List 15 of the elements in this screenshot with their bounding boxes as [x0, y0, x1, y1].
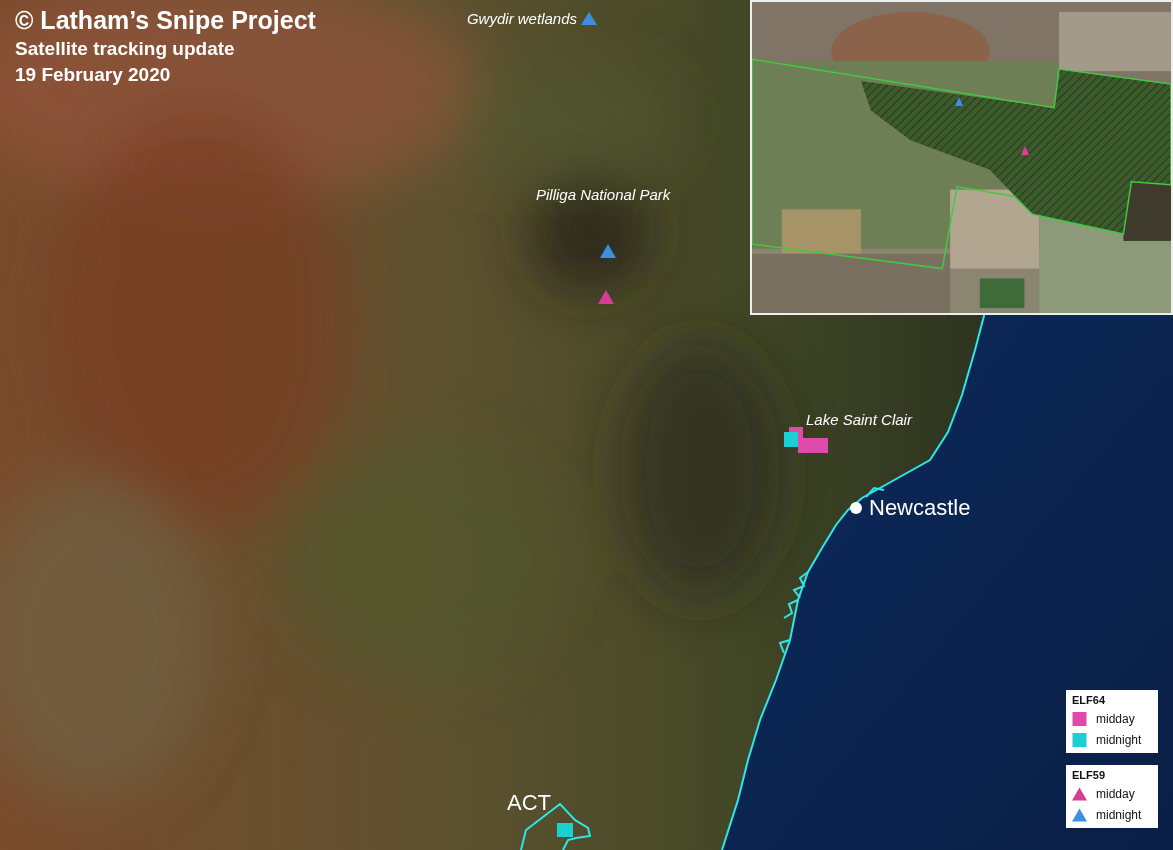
legend-label: midday: [1096, 786, 1135, 803]
territory-label: ACT: [507, 792, 551, 814]
place-label: Lake Saint Clair: [806, 412, 912, 427]
legend-label: midday: [1096, 711, 1135, 728]
map-title: © Latham’s Snipe Project: [15, 5, 316, 36]
map-subtitle: Satellite tracking update: [15, 37, 235, 61]
legend-title: ELF59: [1072, 769, 1105, 782]
map-date: 19 February 2020: [15, 63, 171, 87]
place-label: Pilliga National Park: [536, 187, 671, 202]
legend-title: ELF64: [1072, 694, 1105, 707]
place-label: Gwydir wetlands: [466, 11, 577, 26]
legend-label: midnight: [1096, 807, 1142, 824]
city-label: Newcastle: [869, 497, 971, 519]
legend-label: midnight: [1096, 732, 1142, 749]
city-dot-icon: [850, 502, 862, 514]
